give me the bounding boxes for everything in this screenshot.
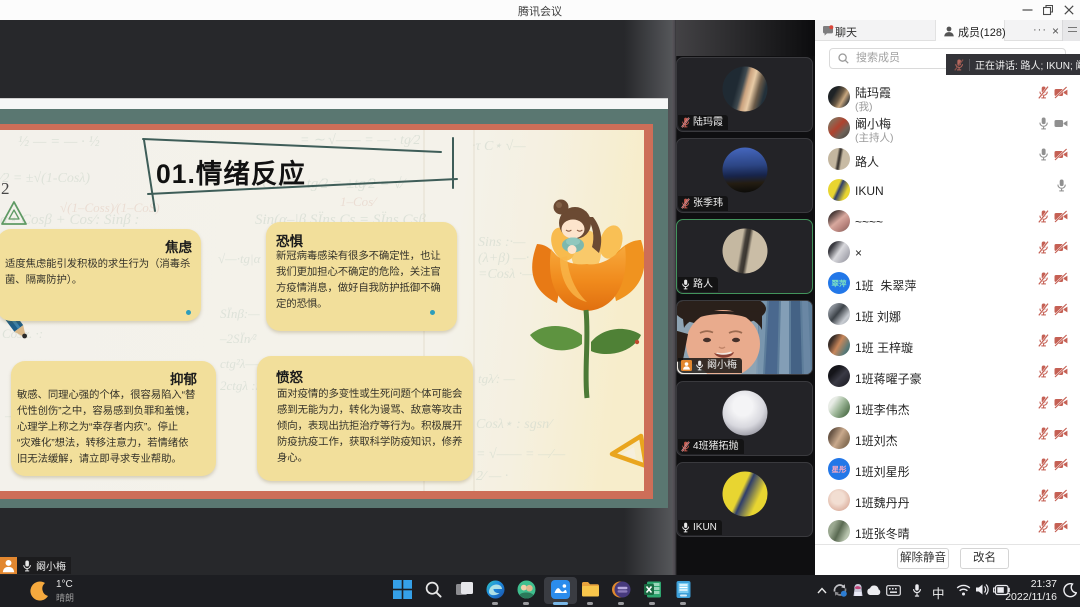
svg-text:√(1–Cosѕ)⁄(1–CoS): √(1–Cosѕ)⁄(1–CoS) [60,200,160,215]
svg-text:Sinѕ :·—: Sinѕ :·— [478,235,526,250]
svg-text:2: 2 [1,179,10,198]
svg-text:–2SЇn⁄²: –2SЇn⁄² [219,331,258,346]
svg-text:tgλ⁄: —: tgλ⁄: — [478,371,515,386]
svg-text:·τ C⋆ √—: ·τ C⋆ √— [472,139,526,154]
svg-text:=Cosλ ·—: =Cosλ ·— [478,267,535,282]
svg-text:√—·tg|α: √—·tg|α [218,251,262,266]
svg-text:(λ+β) —·: (λ+β) —· [478,251,529,266]
svg-text:Cosλ⋆ : ѕgѕn⁄: Cosλ⋆ : ѕgѕn⁄ [476,417,554,432]
svg-text:⁄2 = ±√(1-Cosλ): ⁄2 = ±√(1-Cosλ) [0,171,90,186]
svg-text:2⁄ — ·: 2⁄ — · [476,469,508,484]
svg-text:= √—— = —⁄—: = √—— = —⁄— [476,447,566,462]
svg-text:1–Coѕ⁄: 1–Coѕ⁄ [340,194,378,209]
svg-text:½ — = — · ½: ½ — = — · ½ [18,134,100,150]
svg-text:SЇnβ:—: SЇnβ:— [220,306,260,321]
